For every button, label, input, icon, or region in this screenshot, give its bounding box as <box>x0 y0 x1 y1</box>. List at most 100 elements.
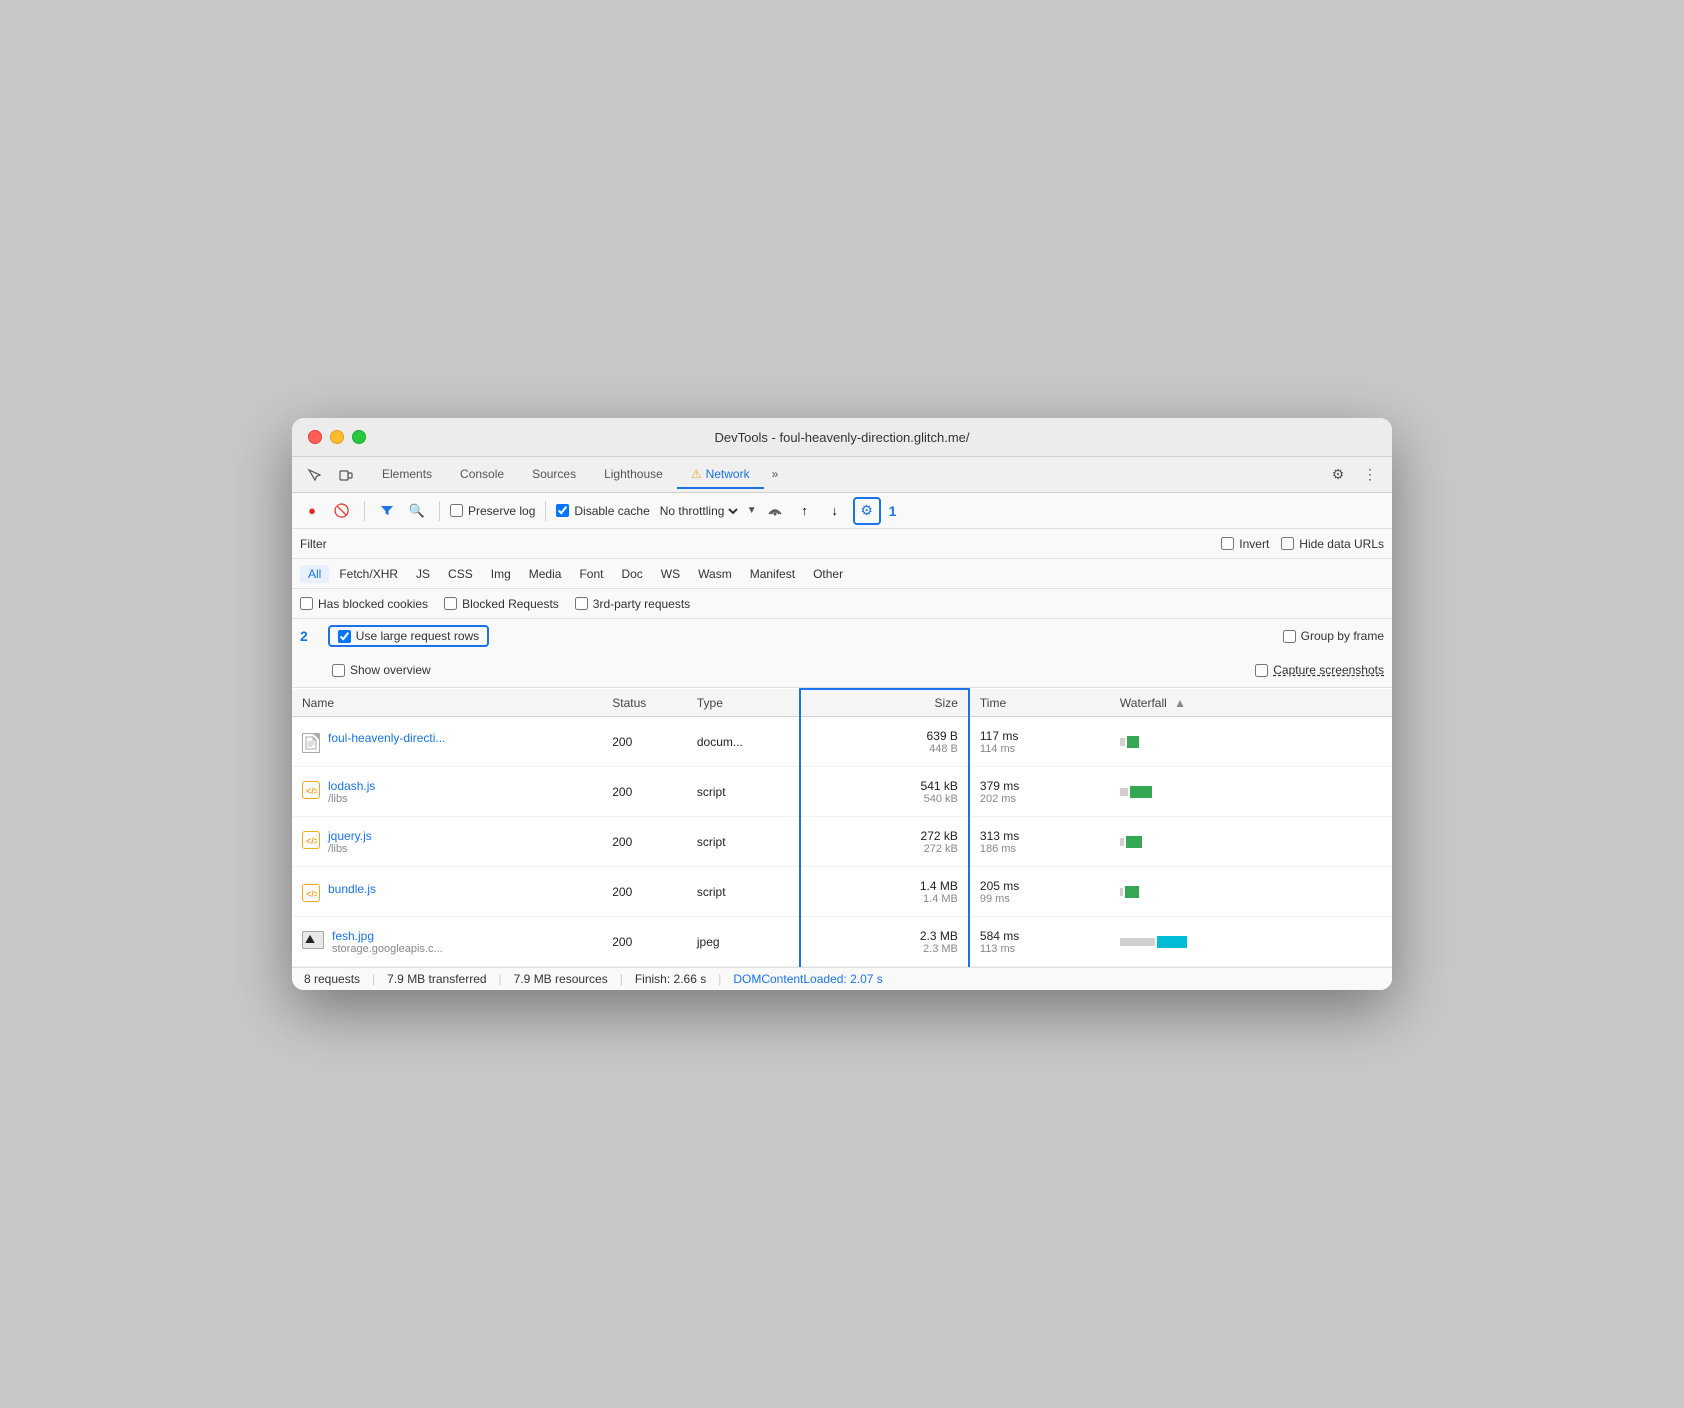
blocked-requests-checkbox[interactable] <box>444 597 457 610</box>
filter-icon-btn[interactable] <box>375 499 399 523</box>
has-blocked-cookies-label[interactable]: Has blocked cookies <box>300 597 428 611</box>
cell-waterfall-1 <box>1110 767 1392 817</box>
has-blocked-cookies-checkbox[interactable] <box>300 597 313 610</box>
col-name[interactable]: Name <box>292 689 602 717</box>
toolbar-sep-3 <box>545 501 546 521</box>
table-row[interactable]: fesh.jpg storage.googleapis.c... 200 jpe… <box>292 917 1392 967</box>
group-by-frame-checkbox[interactable] <box>1283 630 1296 643</box>
table-row[interactable]: </> lodash.js /libs 200 script 541 kB <box>292 767 1392 817</box>
type-btn-fetch[interactable]: Fetch/XHR <box>331 565 406 583</box>
table-row[interactable]: foul-heavenly-directi... 200 docum... 63… <box>292 717 1392 767</box>
third-party-label[interactable]: 3rd-party requests <box>575 597 690 611</box>
type-btn-other[interactable]: Other <box>805 565 851 583</box>
cell-name-2: </> jquery.js /libs <box>292 817 602 867</box>
tab-network[interactable]: ⚠Network <box>677 461 764 489</box>
third-party-checkbox[interactable] <box>575 597 588 610</box>
tab-console[interactable]: Console <box>446 461 518 489</box>
group-by-frame-label[interactable]: Group by frame <box>1283 629 1384 643</box>
network-conditions-btn[interactable] <box>763 499 787 523</box>
show-overview-label[interactable]: Show overview <box>332 663 431 677</box>
preserve-log-checkbox[interactable] <box>450 504 463 517</box>
tab-more[interactable]: » <box>764 461 787 489</box>
type-btn-ws[interactable]: WS <box>653 565 688 583</box>
col-status[interactable]: Status <box>602 689 687 717</box>
type-btn-wasm[interactable]: Wasm <box>690 565 740 583</box>
cursor-icon-btn[interactable] <box>300 461 328 489</box>
tab-sources[interactable]: Sources <box>518 461 590 489</box>
document-icon <box>302 733 320 753</box>
tab-lighthouse[interactable]: Lighthouse <box>590 461 677 489</box>
cell-time-0: 117 ms 114 ms <box>969 717 1110 767</box>
throttle-select[interactable]: No throttling <box>656 503 741 519</box>
clear-btn[interactable]: 🚫 <box>330 499 354 523</box>
svg-text:</>: </> <box>306 786 317 796</box>
requests-count: 8 requests <box>304 972 360 986</box>
capture-screenshots-checkbox[interactable] <box>1255 664 1268 677</box>
cell-name-3: </> bundle.js <box>292 867 602 917</box>
settings-row-right-2: Capture screenshots <box>1255 663 1384 677</box>
show-overview-checkbox[interactable] <box>332 664 345 677</box>
resources-size: 7.9 MB resources <box>514 972 608 986</box>
row-name-2: </> jquery.js /libs <box>302 829 592 855</box>
waterfall-recv <box>1125 886 1139 898</box>
type-btn-img[interactable]: Img <box>483 565 519 583</box>
minimize-button[interactable] <box>330 430 344 444</box>
use-large-rows-label[interactable]: Use large request rows <box>338 629 479 643</box>
cell-name-1: </> lodash.js /libs <box>292 767 602 817</box>
device-icon-btn[interactable] <box>332 461 360 489</box>
export-btn[interactable]: ↓ <box>823 499 847 523</box>
disable-cache-label[interactable]: Disable cache <box>556 504 649 518</box>
cell-type-3: script <box>687 867 800 917</box>
record-btn[interactable]: ● <box>300 499 324 523</box>
col-time[interactable]: Time <box>969 689 1110 717</box>
col-type[interactable]: Type <box>687 689 800 717</box>
waterfall-wait <box>1120 888 1123 896</box>
capture-screenshots-label[interactable]: Capture screenshots <box>1255 663 1384 677</box>
type-btn-manifest[interactable]: Manifest <box>742 565 803 583</box>
name-text-4: fesh.jpg storage.googleapis.c... <box>332 929 443 955</box>
finish-time: Finish: 2.66 s <box>635 972 706 986</box>
row-name-1: </> lodash.js /libs <box>302 779 592 805</box>
use-large-rows-checkbox[interactable] <box>338 630 351 643</box>
hide-data-urls-checkbox[interactable] <box>1281 537 1294 550</box>
network-settings-btn[interactable]: ⚙ <box>853 497 881 525</box>
type-btn-media[interactable]: Media <box>521 565 570 583</box>
network-table: Name Status Type Size Time Waterfall ▲ <box>292 688 1392 967</box>
preserve-log-label[interactable]: Preserve log <box>450 504 535 518</box>
type-btn-js[interactable]: JS <box>408 565 438 583</box>
type-btn-css[interactable]: CSS <box>440 565 481 583</box>
col-size[interactable]: Size <box>800 689 969 717</box>
search-icon-btn[interactable]: 🔍 <box>405 499 429 523</box>
main-tabs: Elements Console Sources Lighthouse ⚠Net… <box>368 461 1324 489</box>
type-btn-doc[interactable]: Doc <box>613 565 650 583</box>
more-options-icon-btn[interactable]: ⋮ <box>1356 461 1384 489</box>
tab-elements[interactable]: Elements <box>368 461 446 489</box>
col-waterfall[interactable]: Waterfall ▲ <box>1110 689 1392 717</box>
disable-cache-checkbox[interactable] <box>556 504 569 517</box>
invert-checkbox[interactable] <box>1221 537 1234 550</box>
settings-rows: 2 Use large request rows Group by frame <box>292 619 1392 688</box>
type-btn-font[interactable]: Font <box>571 565 611 583</box>
svg-text:</>: </> <box>306 836 317 846</box>
cell-status-3: 200 <box>602 867 687 917</box>
sort-arrow-icon: ▲ <box>1174 696 1186 710</box>
cell-size-3: 1.4 MB 1.4 MB <box>800 867 969 917</box>
waterfall-bar-3 <box>1120 886 1139 898</box>
invert-label[interactable]: Invert <box>1221 537 1269 551</box>
name-text-3: bundle.js <box>328 882 376 896</box>
settings-icon-btn[interactable]: ⚙ <box>1324 461 1352 489</box>
table-row[interactable]: </> jquery.js /libs 200 script 272 kB <box>292 817 1392 867</box>
blocked-requests-label[interactable]: Blocked Requests <box>444 597 559 611</box>
sep-2: | <box>499 972 502 986</box>
waterfall-bar-1 <box>1120 786 1152 798</box>
sep-1: | <box>372 972 375 986</box>
type-btn-all[interactable]: All <box>300 565 329 583</box>
table-row[interactable]: </> bundle.js 200 script 1.4 MB <box>292 867 1392 917</box>
cell-size-0: 639 B 448 B <box>800 717 969 767</box>
hide-data-urls-label[interactable]: Hide data URLs <box>1281 537 1384 551</box>
close-button[interactable] <box>308 430 322 444</box>
import-btn[interactable]: ↑ <box>793 499 817 523</box>
cell-waterfall-3 <box>1110 867 1392 917</box>
cell-size-4: 2.3 MB 2.3 MB <box>800 917 969 967</box>
maximize-button[interactable] <box>352 430 366 444</box>
